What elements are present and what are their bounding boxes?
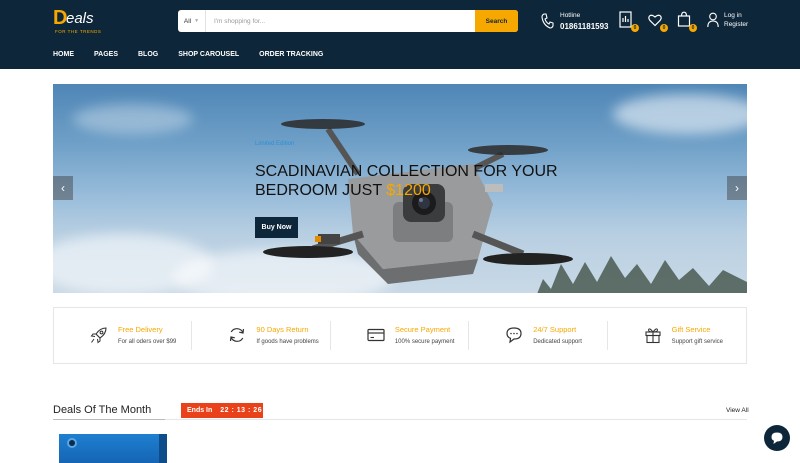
phone-icon xyxy=(541,13,554,29)
cart-button[interactable]: 0 xyxy=(677,11,697,32)
hotline-label: Hotline xyxy=(560,12,581,19)
phone-camera-graphic xyxy=(67,438,77,448)
register-link[interactable]: Register xyxy=(724,21,748,28)
countdown-time: 22 : 13 : 26 xyxy=(220,407,263,414)
feature-subtitle: 100% secure payment xyxy=(394,339,455,345)
page: D eals FOR THE TRENDS All ▼ Search Hotli… xyxy=(0,0,800,463)
search-button[interactable]: Search xyxy=(475,10,518,32)
deals-divider xyxy=(53,419,747,420)
nav-item-pages[interactable]: PAGES xyxy=(94,51,118,58)
site-header: D eals FOR THE TRENDS All ▼ Search Hotli… xyxy=(0,0,800,69)
compare-count-badge: 0 xyxy=(631,24,639,32)
hero-title-line1: SCADINAVIAN COLLECTION FOR YOUR xyxy=(255,163,558,180)
features-bar: Free Delivery For all oders over $99 90 … xyxy=(53,307,747,364)
rocket-icon xyxy=(90,327,107,344)
search-category-select[interactable]: All ▼ xyxy=(178,10,206,32)
feature-24-7-support: 24/7 Support Dedicated support xyxy=(469,308,608,363)
chevron-left-icon: ‹ xyxy=(61,181,65,195)
slider-prev-button[interactable]: ‹ xyxy=(53,176,73,200)
feature-subtitle: For all oders over $99 xyxy=(118,339,177,345)
feature-title: Free Delivery xyxy=(118,325,163,334)
cart-count-badge: 0 xyxy=(689,24,697,32)
slider-next-button[interactable]: › xyxy=(727,176,747,200)
logo-word: eals xyxy=(66,10,94,27)
hero-title-line2-text: BEDROOM JUST xyxy=(255,182,387,199)
nav-item-blog[interactable]: BLOG xyxy=(138,51,158,58)
refresh-icon xyxy=(230,328,245,342)
view-all-link[interactable]: View All xyxy=(726,407,749,414)
feature-title: Secure Payment xyxy=(394,325,451,334)
user-icon xyxy=(707,12,719,28)
countdown-label: Ends In xyxy=(187,407,213,414)
nav-item-order-tracking[interactable]: ORDER TRACKING xyxy=(259,51,323,58)
feature-gift-service: Gift Service Support gift service xyxy=(608,308,746,363)
login-link[interactable]: Log in xyxy=(724,12,742,19)
credit-card-icon xyxy=(367,328,385,342)
search-category-label: All xyxy=(183,17,192,25)
deals-section-title: Deals Of The Month xyxy=(53,404,152,416)
main-nav: HOME PAGES BLOG SHOP CAROUSEL ORDER TRAC… xyxy=(53,51,343,58)
hero-kicker: Limited Edition xyxy=(255,141,295,147)
chat-bubble-icon xyxy=(771,432,783,444)
feature-title: Gift Service xyxy=(671,325,711,334)
chat-support-icon xyxy=(506,327,522,344)
feature-subtitle: If goods have problems xyxy=(256,339,319,345)
live-chat-button[interactable] xyxy=(764,425,790,451)
nav-item-home[interactable]: HOME xyxy=(53,51,74,58)
nav-item-shop-carousel[interactable]: SHOP CAROUSEL xyxy=(178,51,239,58)
feature-subtitle: Dedicated support xyxy=(533,339,582,345)
hero-price: $1200 xyxy=(386,182,431,199)
wishlist-count-badge: 0 xyxy=(660,24,668,32)
search-input[interactable] xyxy=(206,10,475,32)
hero-title-line2: BEDROOM JUST $1200 xyxy=(255,182,431,200)
wishlist-button[interactable]: 0 xyxy=(648,11,668,32)
product-card-image[interactable] xyxy=(59,434,167,463)
deals-divider-accent xyxy=(53,419,165,420)
feature-title: 24/7 Support xyxy=(533,325,577,334)
buy-now-button[interactable]: Buy Now xyxy=(255,217,298,238)
chevron-right-icon: › xyxy=(735,181,739,195)
feature-free-delivery: Free Delivery For all oders over $99 xyxy=(54,308,193,363)
gift-icon xyxy=(645,328,661,344)
feature-90-days-return: 90 Days Return If goods have problems xyxy=(192,308,331,363)
compare-button[interactable]: 0 xyxy=(619,11,639,32)
deals-countdown: Ends In 22 : 13 : 26 xyxy=(181,403,263,418)
hotline[interactable]: Hotline 01861181593 xyxy=(541,11,611,33)
site-logo[interactable]: D eals FOR THE TRENDS xyxy=(53,8,113,34)
feature-secure-payment: Secure Payment 100% secure payment xyxy=(331,308,470,363)
hero-slider: Limited Edition SCADINAVIAN COLLECTION F… xyxy=(53,84,747,293)
feature-title: 90 Days Return xyxy=(256,325,309,334)
logo-tagline: FOR THE TRENDS xyxy=(55,29,102,34)
phone-edge-graphic xyxy=(159,434,167,463)
search-bar: All ▼ Search xyxy=(178,10,518,32)
hotline-number: 01861181593 xyxy=(560,22,609,31)
compare-icon xyxy=(619,11,632,28)
chevron-down-icon: ▼ xyxy=(194,18,200,24)
feature-subtitle: Support gift service xyxy=(671,339,723,345)
